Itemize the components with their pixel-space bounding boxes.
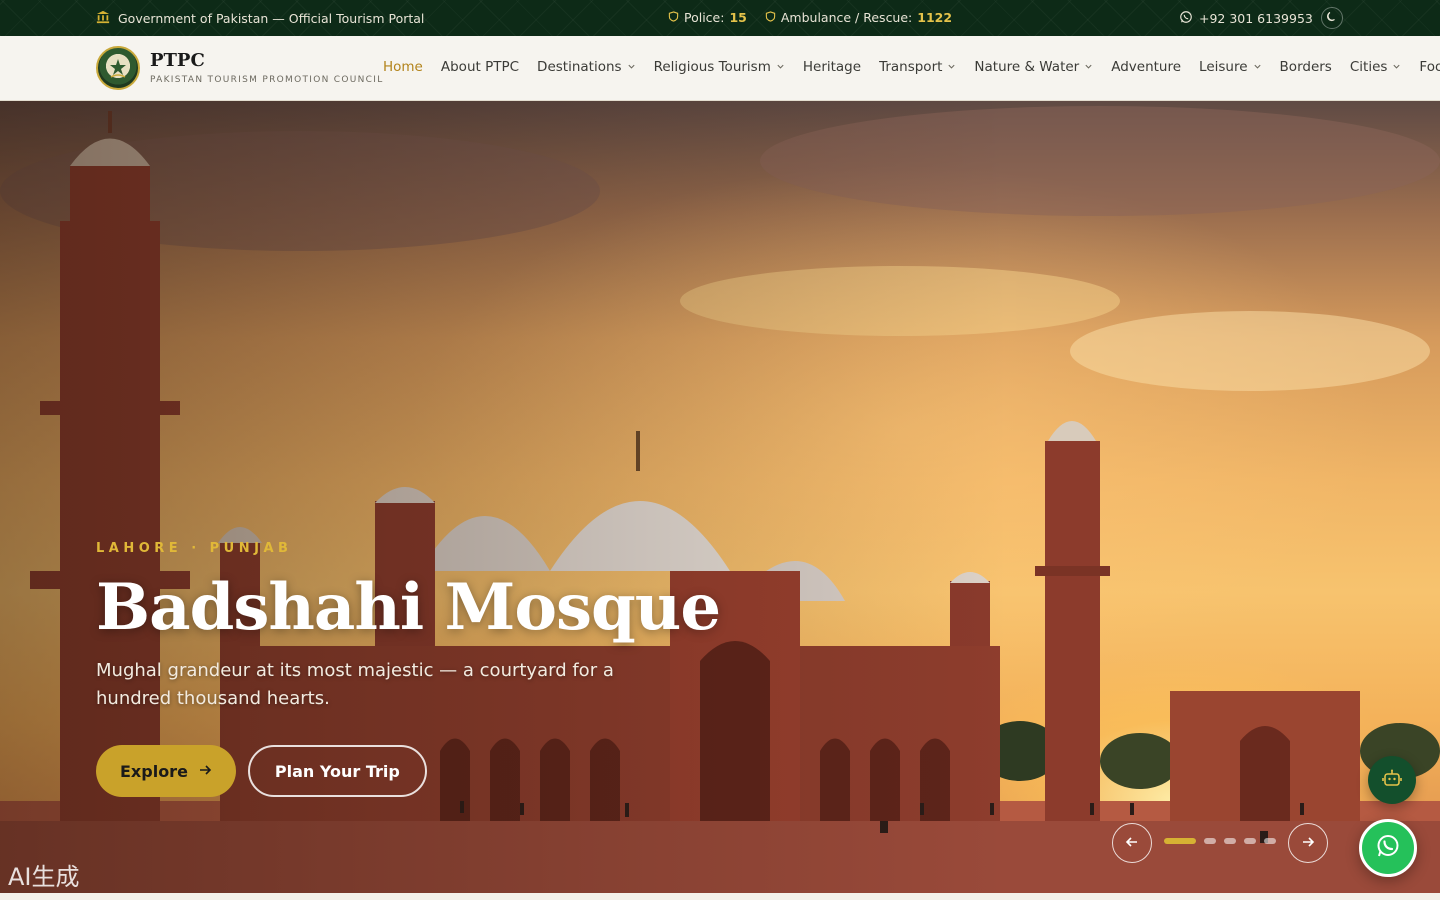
ambulance-number-value: 1122 xyxy=(917,10,953,25)
nav-item-about-ptpc[interactable]: About PTPC xyxy=(441,59,519,75)
carousel-dot[interactable] xyxy=(1244,838,1256,844)
gov-notice: Government of Pakistan — Official Touris… xyxy=(96,10,424,27)
nav-item-label: Food & Cu xyxy=(1419,59,1440,75)
nav-menu: Home About PTPC Destinations Religious Tour… xyxy=(383,59,1440,75)
chevron-down-icon xyxy=(947,59,956,75)
plan-trip-button-label: Plan Your Trip xyxy=(274,761,400,781)
police-number-value: 15 xyxy=(729,10,747,25)
whatsapp-phone-link[interactable]: +92 301 6139953 xyxy=(1179,10,1313,27)
robot-icon xyxy=(1381,767,1403,793)
chatbot-button[interactable] xyxy=(1368,756,1416,804)
police-label: Police: xyxy=(684,10,725,25)
brand-name: PTPC xyxy=(150,50,205,72)
shield-icon xyxy=(765,10,776,25)
chevron-down-icon xyxy=(1392,59,1401,75)
nav-item-food-cu[interactable]: Food & Cu xyxy=(1419,59,1440,75)
top-utility-bar: Government of Pakistan — Official Touris… xyxy=(0,0,1440,36)
nav-item-label: Religious Tourism xyxy=(653,59,771,75)
whatsapp-icon xyxy=(1374,832,1402,864)
nav-item-destinations[interactable]: Destinations xyxy=(537,59,636,75)
brand-subtitle: PAKISTAN TOURISM PROMOTION COUNCIL xyxy=(150,74,384,85)
government-building-icon xyxy=(96,10,110,27)
nav-item-adventure[interactable]: Adventure xyxy=(1111,59,1181,75)
arrow-right-icon xyxy=(1301,834,1315,853)
nav-item-religious-tourism[interactable]: Religious Tourism xyxy=(654,59,785,75)
arrow-left-icon xyxy=(1125,834,1139,853)
chevron-down-icon xyxy=(627,59,636,75)
ai-generated-watermark: AI生成 xyxy=(8,863,80,891)
whatsapp-chat-button[interactable] xyxy=(1359,819,1417,877)
phone-number: +92 301 6139953 xyxy=(1199,11,1313,26)
carousel-dot[interactable] xyxy=(1264,838,1276,844)
main-navbar: PTPC PAKISTAN TOURISM PROMOTION COUNCIL … xyxy=(0,36,1440,101)
chevron-down-icon xyxy=(1084,59,1093,75)
nav-item-transport[interactable]: Transport xyxy=(879,59,956,75)
nav-item-label: About PTPC xyxy=(440,59,520,75)
nav-item-label: Home xyxy=(383,59,423,75)
hero-description: Mughal grandeur at its most majestic — a… xyxy=(96,660,614,709)
shield-icon xyxy=(668,10,679,25)
gov-label: Government of Pakistan — Official Touris… xyxy=(118,11,425,26)
carousel-dot[interactable] xyxy=(1224,838,1236,844)
nav-item-label: Heritage xyxy=(802,59,862,75)
theme-toggle-button[interactable] xyxy=(1321,7,1343,29)
nav-item-cities[interactable]: Cities xyxy=(1350,59,1402,75)
hero-title: Badshahi Mosque xyxy=(96,570,721,645)
hero-location: LAHORE · PUNJAB xyxy=(96,541,293,556)
nav-item-label: Borders xyxy=(1279,59,1332,75)
whatsapp-icon xyxy=(1179,10,1193,27)
nav-item-label: Adventure xyxy=(1111,59,1182,75)
ptpc-emblem-icon xyxy=(96,46,140,90)
carousel-prev-button[interactable] xyxy=(1112,823,1152,863)
nav-item-label: Destinations xyxy=(537,59,622,75)
page-bottom-edge xyxy=(0,893,1440,900)
plan-trip-button[interactable]: Plan Your Trip xyxy=(247,745,427,797)
hero-carousel: LAHORE · PUNJAB Badshahi Mosque Mughal g… xyxy=(0,101,1440,893)
chevron-down-icon xyxy=(776,59,785,75)
ambulance-label: Ambulance / Rescue: xyxy=(780,10,913,25)
nav-item-label: Nature & Water xyxy=(974,59,1080,75)
chevron-down-icon xyxy=(1253,59,1262,75)
explore-button[interactable]: Explore xyxy=(96,745,236,797)
hero-content: LAHORE · PUNJAB Badshahi Mosque Mughal g… xyxy=(96,541,721,797)
carousel-dots xyxy=(1164,838,1276,844)
nav-item-heritage[interactable]: Heritage xyxy=(803,59,861,75)
nav-item-home[interactable]: Home xyxy=(383,59,423,75)
nav-item-label: Leisure xyxy=(1199,59,1248,75)
nav-item-label: Cities xyxy=(1349,59,1388,75)
ambulance-number[interactable]: Ambulance / Rescue: 1122 xyxy=(765,10,952,25)
nav-item-leisure[interactable]: Leisure xyxy=(1199,59,1262,75)
explore-button-label: Explore xyxy=(120,761,188,781)
nav-item-label: Transport xyxy=(879,59,943,75)
carousel-dot[interactable] xyxy=(1164,838,1196,844)
moon-icon xyxy=(1326,11,1338,26)
site-logo[interactable]: PTPC PAKISTAN TOURISM PROMOTION COUNCIL xyxy=(96,46,384,90)
carousel-dot[interactable] xyxy=(1204,838,1216,844)
arrow-right-icon xyxy=(198,762,212,781)
nav-item-nature-water[interactable]: Nature & Water xyxy=(974,59,1093,75)
carousel-next-button[interactable] xyxy=(1288,823,1328,863)
emergency-numbers: Police: 15 Ambulance / Rescue: 1122 xyxy=(668,10,952,25)
nav-item-borders[interactable]: Borders xyxy=(1280,59,1332,75)
police-number[interactable]: Police: 15 xyxy=(668,10,747,25)
